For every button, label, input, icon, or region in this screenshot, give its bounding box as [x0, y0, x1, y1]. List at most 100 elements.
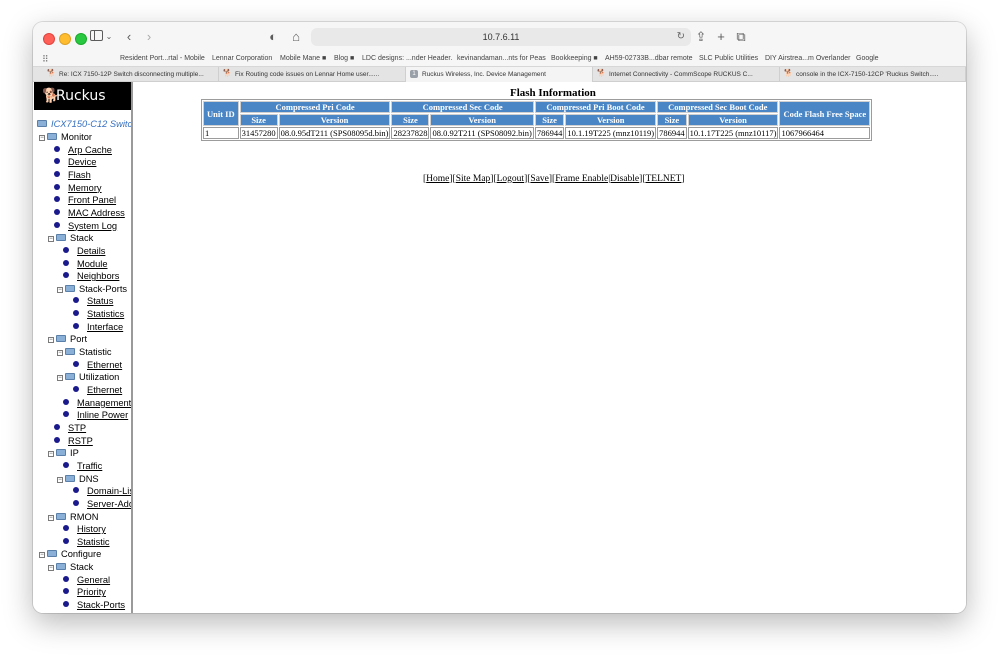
home-icon[interactable]: ⌂: [289, 29, 303, 45]
tree-folder[interactable]: − RMON: [48, 511, 98, 523]
collapse-icon[interactable]: −: [48, 236, 54, 243]
tree-leaf-link[interactable]: Device: [54, 156, 96, 168]
sidebar-toggle-icon[interactable]: [89, 29, 103, 45]
bookmark[interactable]: kevinandaman...nts for Peas: [457, 55, 546, 62]
collapse-icon[interactable]: −: [57, 286, 63, 293]
tree-leaf-link[interactable]: Domain-List: [73, 485, 131, 497]
tree-leaf-link[interactable]: Management: [63, 397, 131, 409]
tab-active[interactable]: 1 Ruckus Wireless, Inc. Device Managemen…: [406, 67, 593, 82]
cell-pri-version: 08.0.95dT211 (SPS08095d.bin): [278, 127, 391, 139]
bookmark[interactable]: LDC designs: ...nder Header.: [362, 55, 452, 62]
tree-folder[interactable]: − Stack: [48, 561, 93, 573]
tab[interactable]: 🐕 Re: ICX 7150-12P Switch disconnecting …: [43, 67, 219, 82]
link-save[interactable]: Save: [530, 174, 548, 184]
bookmark[interactable]: Blog ■: [334, 55, 354, 62]
tab[interactable]: 🐕 Fix Routing code issues on Lennar Home…: [219, 67, 406, 82]
tree-folder[interactable]: − Port: [48, 333, 87, 345]
tree-folder[interactable]: − Configure: [39, 548, 101, 560]
tree-leaf-link[interactable]: STP: [54, 422, 86, 434]
page-content: 🐕Ruckus ICX7150-C12 Switch − Monitor Arp C…: [33, 82, 966, 613]
tree-leaf-link[interactable]: Ethernet: [73, 384, 122, 396]
collapse-icon[interactable]: −: [48, 337, 54, 344]
tree-leaf-link[interactable]: Module: [63, 258, 108, 270]
tree-leaf-link[interactable]: Stack-Ports: [63, 599, 125, 611]
ruckus-dog-icon: 🐕: [597, 70, 606, 77]
share-icon[interactable]: ⇪: [695, 29, 707, 45]
back-icon[interactable]: ‹: [123, 29, 135, 45]
bookmark[interactable]: DIY Airstrea...m Overlander: [765, 55, 850, 62]
tree-label: History: [77, 524, 106, 535]
tree-folder[interactable]: − IP: [48, 447, 79, 459]
collapse-icon[interactable]: −: [57, 476, 63, 483]
reload-icon[interactable]: ↻: [677, 28, 685, 46]
tree-leaf-link[interactable]: Server-Address: [73, 498, 131, 510]
tree-root[interactable]: ICX7150-C12 Switch: [37, 118, 131, 130]
new-tab-icon[interactable]: +: [715, 29, 727, 45]
cell-pri-size: 31457280: [239, 127, 278, 139]
link-home[interactable]: Home: [426, 174, 449, 184]
tree-label: MAC Address: [68, 207, 125, 218]
collapse-icon[interactable]: −: [57, 350, 63, 357]
link-logout[interactable]: Logout: [497, 174, 524, 184]
tree-leaf-link[interactable]: Neighbors: [63, 270, 119, 282]
tab[interactable]: 🐕 console in the ICX-7150-12CP 'Ruckus S…: [780, 67, 966, 82]
tree-leaf-link[interactable]: System Log: [54, 220, 117, 232]
forward-icon[interactable]: ›: [143, 29, 155, 45]
tree-leaf-link[interactable]: Traffic: [63, 460, 102, 472]
tree-leaf-link[interactable]: Status: [73, 295, 113, 307]
tree-folder[interactable]: − Statistic: [57, 346, 112, 358]
tree-leaf-link[interactable]: MAC Address: [54, 207, 125, 219]
tab-label: Fix Routing code issues on Lennar Home u…: [235, 71, 380, 78]
bookmark[interactable]: Resident Port...rtal - Mobile: [120, 55, 205, 62]
close-window-button[interactable]: [43, 33, 55, 45]
collapse-icon[interactable]: −: [39, 135, 45, 141]
tree-leaf-link[interactable]: Inline Power: [63, 409, 128, 421]
tree-leaf-link[interactable]: Interface: [73, 321, 123, 333]
tree-folder[interactable]: − Monitor: [39, 131, 92, 143]
collapse-icon[interactable]: −: [48, 451, 54, 458]
tab-overview-icon[interactable]: ⧉: [735, 29, 747, 45]
tree-leaf-link[interactable]: Arp Cache: [54, 144, 112, 156]
tree-folder[interactable]: − Stack: [48, 232, 93, 244]
bookmark[interactable]: AH59-02733B...dbar remote: [605, 55, 693, 62]
chevron-down-icon[interactable]: ⌄: [105, 29, 113, 45]
grid-icon[interactable]: ⠿: [42, 54, 49, 65]
tab[interactable]: 🐕 Internet Connectivity - CommScope RUCK…: [593, 67, 780, 82]
link-telnet[interactable]: TELNET: [645, 174, 681, 184]
tree-folder[interactable]: − DNS: [57, 473, 99, 485]
bookmark[interactable]: Mobile Mane ■: [280, 55, 326, 62]
browser-toolbar: ⌄ ‹ › ◐ ⌂ 10.7.6.11 ↻ ⇪ + ⧉: [33, 22, 966, 52]
tree-leaf-link[interactable]: Flash: [54, 169, 91, 181]
tree-folder[interactable]: − Utilization: [57, 371, 119, 383]
tree-leaf-link[interactable]: Front Panel: [54, 194, 116, 206]
zoom-window-button[interactable]: [75, 33, 87, 45]
nav-sidebar: 🐕Ruckus ICX7150-C12 Switch − Monitor Arp C…: [33, 82, 133, 613]
bookmark[interactable]: Google: [856, 55, 879, 62]
table-row: 1 31457280 08.0.95dT211 (SPS08095d.bin) …: [203, 127, 871, 139]
tree-leaf-link[interactable]: Statistic: [63, 536, 110, 548]
bullet-icon: [63, 588, 69, 595]
minimize-window-button[interactable]: [59, 33, 71, 45]
bookmark[interactable]: Bookkeeping ■: [551, 55, 598, 62]
tree-leaf-link[interactable]: Priority: [63, 586, 106, 598]
bookmark[interactable]: SLC Public Utilities: [699, 55, 758, 62]
link-site-map[interactable]: Site Map: [456, 174, 491, 184]
tree-label: Memory: [68, 182, 102, 193]
tree-leaf-link[interactable]: Ethernet: [73, 359, 122, 371]
tree-leaf-link[interactable]: History: [63, 523, 106, 535]
shield-icon[interactable]: ◐: [267, 29, 279, 45]
address-bar[interactable]: 10.7.6.11 ↻: [311, 28, 691, 46]
tree-leaf-link[interactable]: RSTP: [54, 435, 93, 447]
bookmark[interactable]: Lennar Corporation: [212, 55, 272, 62]
link-frame-toggle[interactable]: Frame Enable|Disable: [555, 174, 639, 184]
tree-leaf-link[interactable]: Details: [63, 245, 105, 257]
collapse-icon[interactable]: −: [57, 375, 63, 382]
tree-folder[interactable]: − Stack-Ports: [57, 283, 127, 295]
tree-leaf-link[interactable]: Memory: [54, 182, 102, 194]
tree-leaf-link[interactable]: Statistics: [73, 308, 124, 320]
collapse-icon[interactable]: −: [39, 552, 45, 559]
tree-leaf-link[interactable]: General: [63, 574, 110, 586]
bullet-icon: [54, 158, 60, 165]
collapse-icon[interactable]: −: [48, 514, 54, 521]
collapse-icon[interactable]: −: [48, 565, 54, 572]
